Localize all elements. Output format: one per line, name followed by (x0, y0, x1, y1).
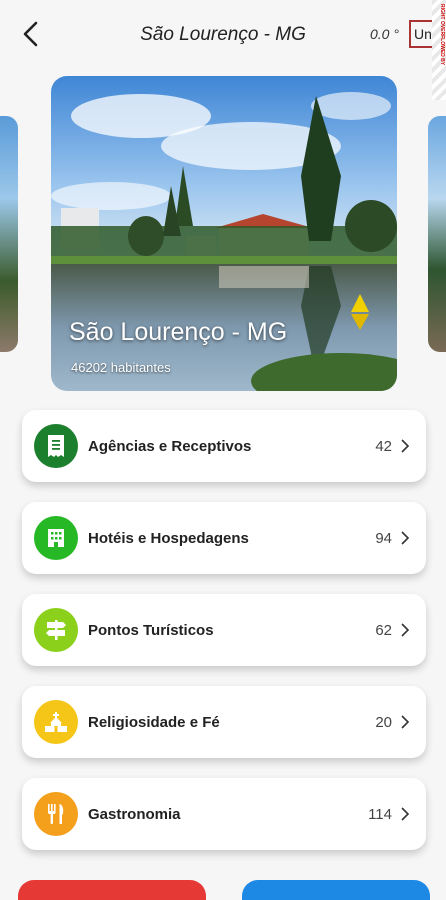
category-count: 114 (368, 806, 392, 823)
category-label: Gastronomia (88, 806, 181, 823)
bottom-action-button-right[interactable] (242, 880, 430, 900)
previous-city-card[interactable] (0, 116, 18, 352)
church-icon (34, 700, 78, 744)
category-label: Hotéis e Hospedagens (88, 530, 249, 547)
category-hoteis[interactable]: Hotéis e Hospedagens 94 (22, 502, 426, 574)
bottom-action-button-left[interactable] (18, 880, 206, 900)
category-gastronomia[interactable]: Gastronomia 114 (22, 778, 426, 850)
category-label: Pontos Turísticos (88, 622, 214, 639)
chevron-right-icon (401, 623, 410, 637)
category-count: 20 (375, 714, 392, 731)
category-count: 62 (375, 622, 392, 639)
next-city-card[interactable] (428, 116, 446, 352)
fork-knife-icon (34, 792, 78, 836)
category-label: Agências e Receptivos (88, 438, 252, 455)
city-population: 46202 habitantes (71, 360, 171, 375)
category-pontos[interactable]: Pontos Turísticos 62 (22, 594, 426, 666)
category-label: Religiosidade e Fé (88, 714, 220, 731)
signpost-icon (34, 608, 78, 652)
category-count: 42 (375, 438, 392, 455)
category-religiosidade[interactable]: Religiosidade e Fé 20 (22, 686, 426, 758)
chevron-right-icon (401, 439, 410, 453)
hotel-building-icon (34, 516, 78, 560)
chevron-right-icon (401, 715, 410, 729)
chevron-right-icon (401, 531, 410, 545)
app-bar: São Lourenço - MG 0.0 ° Una RIGHT OVERFL… (0, 0, 446, 100)
overflow-warning-text: RIGHT OVERFLOWED BY (439, 4, 445, 66)
receipt-icon (34, 424, 78, 468)
category-count: 94 (375, 530, 392, 547)
chevron-right-icon (401, 807, 410, 821)
temperature-readout: 0.0 ° (370, 26, 399, 42)
city-carousel[interactable]: São Lourenço - MG 46202 habitantes (0, 76, 446, 392)
city-card[interactable]: São Lourenço - MG 46202 habitantes (51, 76, 397, 391)
category-agencias[interactable]: Agências e Receptivos 42 (22, 410, 426, 482)
city-name: São Lourenço - MG (69, 318, 288, 346)
